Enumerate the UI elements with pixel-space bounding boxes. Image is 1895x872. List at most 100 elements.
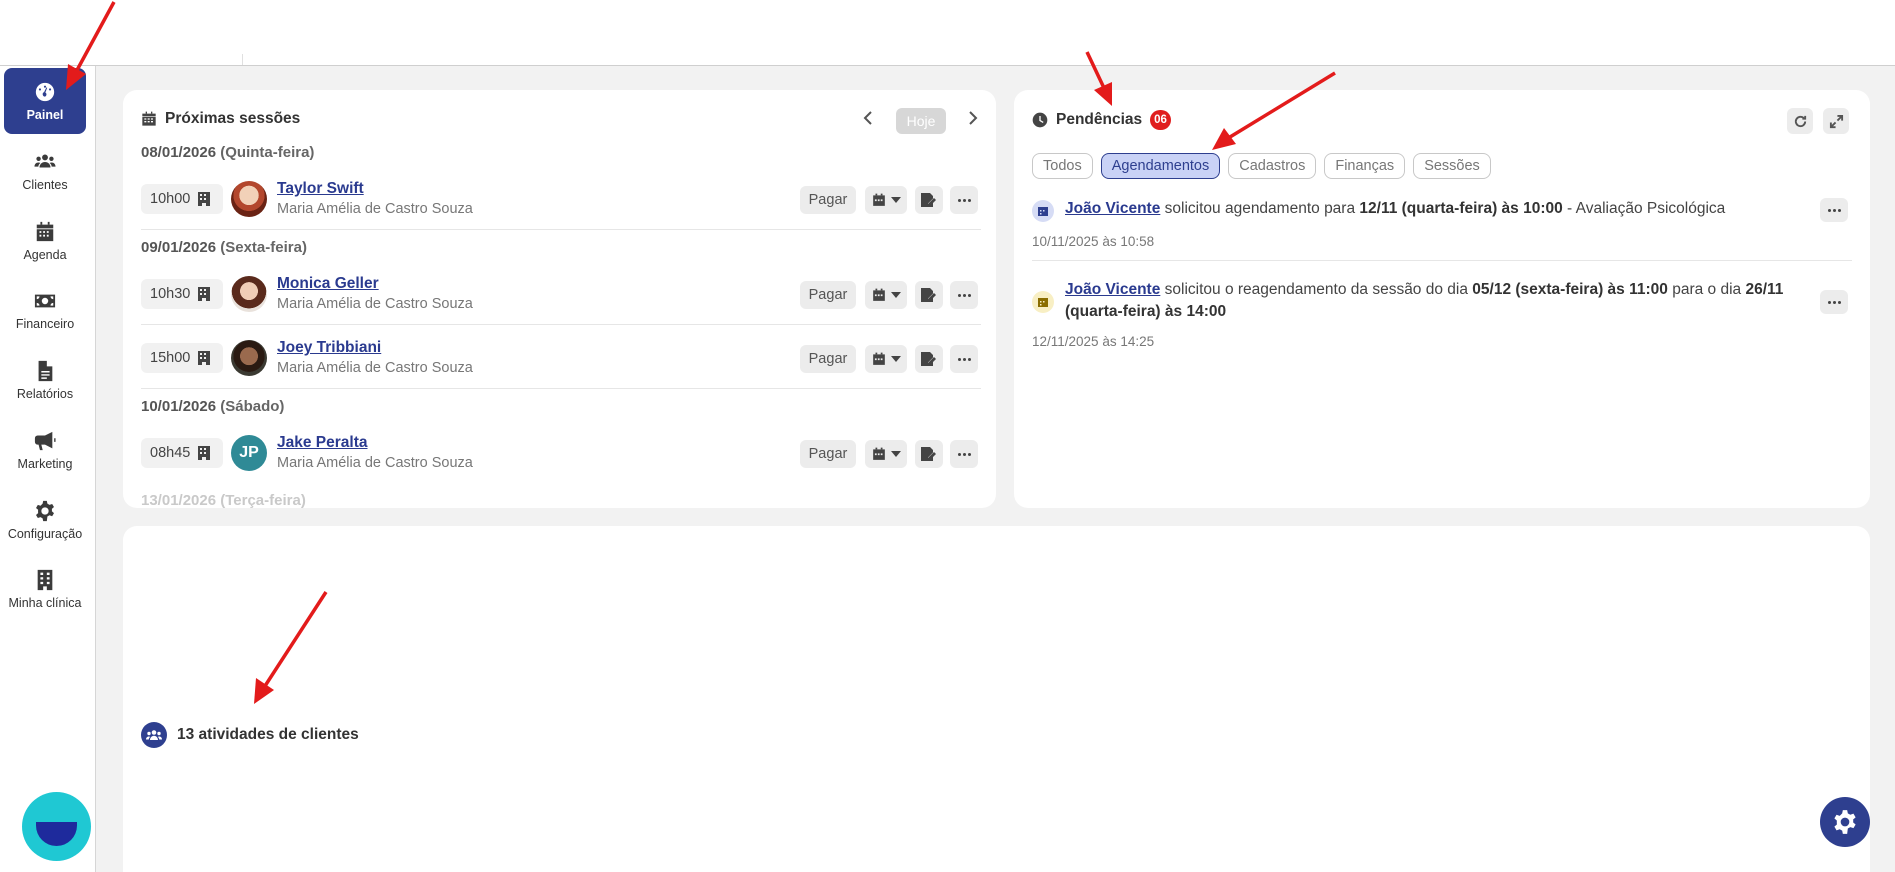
sidebar-item-label: Marketing xyxy=(17,456,73,471)
sidebar-item-clientes[interactable]: Clientes xyxy=(4,138,86,204)
client-name-link[interactable]: Monica Geller xyxy=(277,275,379,293)
signature-button[interactable] xyxy=(915,345,943,373)
sidebar-item-label: Relatórios xyxy=(16,386,74,401)
sidebar-item-agenda[interactable]: Agenda xyxy=(4,208,86,274)
sidebar-item-financeiro[interactable]: Financeiro xyxy=(4,277,86,343)
building-icon xyxy=(198,351,211,365)
clock-icon xyxy=(1032,112,1048,128)
therapist-name: Maria Amélia de Castro Souza xyxy=(277,201,473,217)
session-time: 10h30 xyxy=(141,279,223,309)
more-options-button[interactable] xyxy=(1820,290,1848,314)
building-icon xyxy=(198,192,211,206)
more-options-button[interactable] xyxy=(950,186,978,214)
refresh-button[interactable] xyxy=(1787,108,1813,134)
reschedule-dropdown-button[interactable] xyxy=(865,345,907,373)
caret-down-icon xyxy=(890,292,901,298)
client-name-link[interactable]: Taylor Swift xyxy=(277,180,364,198)
sidebar-item-marketing[interactable]: Marketing xyxy=(4,417,86,483)
tab-financas[interactable]: Finanças xyxy=(1324,153,1406,179)
client-name-link[interactable]: Jake Peralta xyxy=(277,434,368,452)
gauge-icon xyxy=(35,82,55,101)
signature-icon xyxy=(921,447,936,461)
session-time: 08h45 xyxy=(141,438,223,468)
tab-sessoes[interactable]: Sessões xyxy=(1413,153,1491,179)
sidebar-item-label: Minha clínica xyxy=(8,595,82,610)
session-row: 10h00 Taylor Swift Maria Amélia de Castr… xyxy=(141,166,981,230)
prev-day-button[interactable] xyxy=(858,108,878,128)
calendar-icon xyxy=(872,447,885,460)
more-options-button[interactable] xyxy=(950,281,978,309)
users-icon xyxy=(34,153,56,167)
building-icon xyxy=(198,446,211,460)
sidebar-item-label: Configuração xyxy=(7,526,83,541)
money-icon xyxy=(34,294,56,307)
calendar-icon xyxy=(872,288,885,301)
calendar-icon xyxy=(1032,291,1054,313)
settings-fab-button[interactable] xyxy=(1820,797,1870,847)
day-header-faded: 13/01/2026 (Terça-feira) xyxy=(141,492,306,508)
pending-card-title: Pendências 06 xyxy=(1032,110,1171,130)
day-header: 08/01/2026 (Quinta-feira) xyxy=(141,144,315,161)
caret-down-icon xyxy=(890,356,901,362)
calendar-icon xyxy=(872,193,885,206)
users-icon xyxy=(141,722,167,748)
activity-title: 13 atividades de clientes xyxy=(141,722,359,748)
megaphone-icon xyxy=(34,431,56,450)
avatar: JP xyxy=(231,435,267,471)
reschedule-dropdown-button[interactable] xyxy=(865,186,907,214)
signature-icon xyxy=(921,193,936,207)
signature-button[interactable] xyxy=(915,440,943,468)
more-options-button[interactable] xyxy=(1820,198,1848,222)
pending-filter-tabs: Todos Agendamentos Cadastros Finanças Se… xyxy=(1032,153,1491,179)
signature-icon xyxy=(921,288,936,302)
signature-button[interactable] xyxy=(915,186,943,214)
client-name-link[interactable]: João Vicente xyxy=(1065,281,1160,298)
therapist-name: Maria Amélia de Castro Souza xyxy=(277,455,473,471)
sidebar-item-label: Clientes xyxy=(22,177,68,192)
reschedule-dropdown-button[interactable] xyxy=(865,440,907,468)
pay-button[interactable]: Pagar xyxy=(800,281,856,309)
sidebar-item-minha-clinica[interactable]: Minha clínica xyxy=(4,556,86,622)
session-row: 08h45 JP Jake Peralta Maria Amélia de Ca… xyxy=(141,420,981,484)
tab-todos[interactable]: Todos xyxy=(1032,153,1093,179)
pay-button[interactable]: Pagar xyxy=(800,186,856,214)
more-options-button[interactable] xyxy=(950,345,978,373)
more-options-button[interactable] xyxy=(950,440,978,468)
sidebar-item-relatorios[interactable]: Relatórios xyxy=(4,347,86,413)
avatar xyxy=(231,181,267,217)
pending-items-card: Pendências 06 Todos Agendamentos Cadastr… xyxy=(1014,90,1870,508)
top-bar-divider xyxy=(242,54,243,65)
expand-button[interactable] xyxy=(1823,108,1849,134)
client-name-link[interactable]: Joey Tribbiani xyxy=(277,339,381,357)
chevron-left-icon xyxy=(863,111,872,125)
sessions-title-text: Próximas sessões xyxy=(165,110,301,127)
chat-assistant-button[interactable] xyxy=(22,792,91,861)
day-header: 09/01/2026 (Sexta-feira) xyxy=(141,239,307,256)
day-header: 10/01/2026 (Sábado) xyxy=(141,398,285,415)
pay-button[interactable]: Pagar xyxy=(800,440,856,468)
gear-icon xyxy=(36,500,54,521)
smile-icon xyxy=(36,822,77,846)
sessions-card-title: Próximas sessões xyxy=(141,110,300,128)
sidebar: Painel Clientes Agenda Financeiro Relató… xyxy=(0,66,96,872)
pay-button[interactable]: Pagar xyxy=(800,345,856,373)
client-name-link[interactable]: João Vicente xyxy=(1065,200,1160,217)
divider xyxy=(1032,260,1852,261)
top-bar xyxy=(0,0,1895,66)
caret-down-icon xyxy=(890,451,901,457)
sidebar-item-painel[interactable]: Painel xyxy=(4,68,86,134)
tab-agendamentos[interactable]: Agendamentos xyxy=(1100,153,1221,179)
signature-button[interactable] xyxy=(915,281,943,309)
calendar-icon xyxy=(872,352,885,365)
tab-cadastros[interactable]: Cadastros xyxy=(1228,153,1317,179)
pending-item-date: 12/11/2025 às 14:25 xyxy=(1032,334,1155,349)
avatar xyxy=(231,340,267,376)
today-button[interactable]: Hoje xyxy=(896,108,946,134)
reschedule-dropdown-button[interactable] xyxy=(865,281,907,309)
sidebar-item-configuracao[interactable]: Configuração xyxy=(4,487,86,553)
caret-down-icon xyxy=(890,197,901,203)
calendar-icon xyxy=(1032,200,1054,222)
pending-item-text: João Vicente solicitou agendamento para … xyxy=(1065,200,1726,217)
next-day-button[interactable] xyxy=(963,108,983,128)
calendar-icon xyxy=(36,221,54,241)
